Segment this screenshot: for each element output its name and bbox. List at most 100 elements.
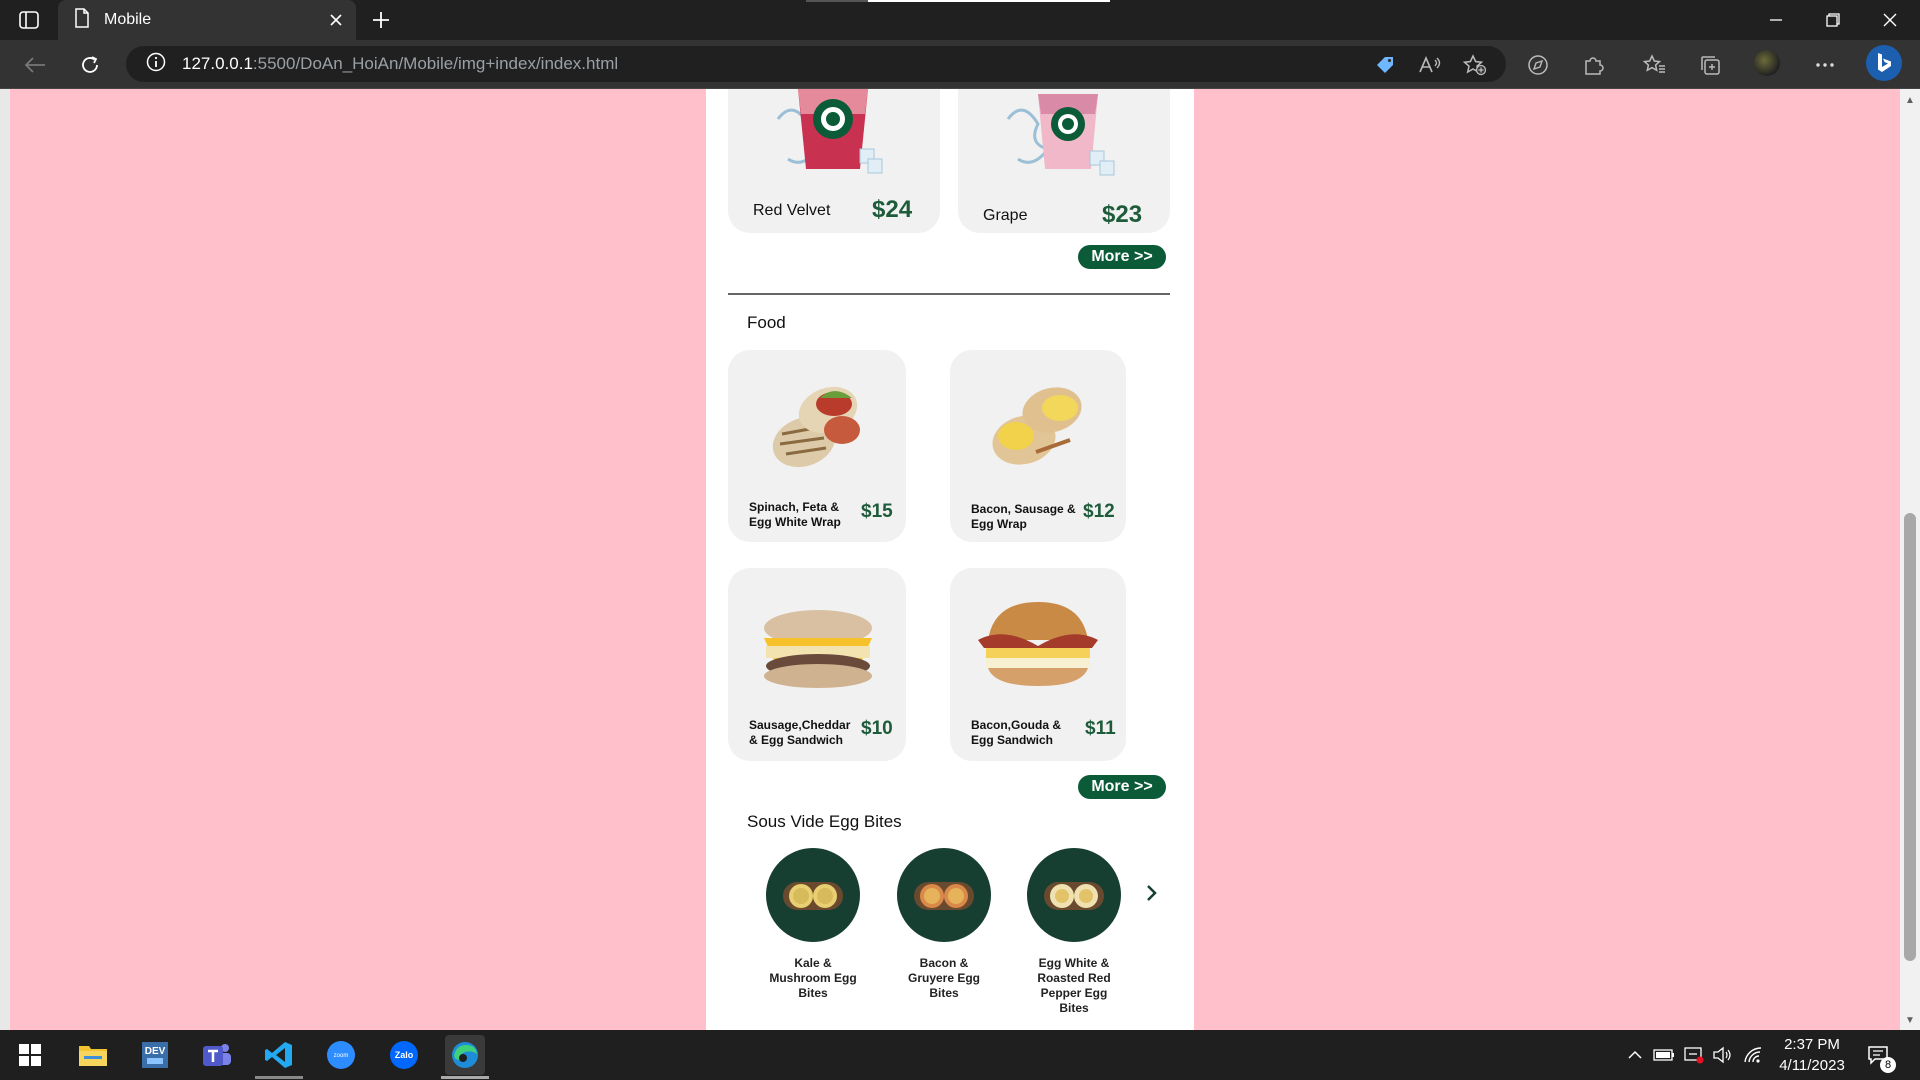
browser-tab[interactable]: Mobile (58, 0, 356, 40)
egg-bite-name-line2: Mushroom Egg (769, 971, 857, 985)
browser-essentials-icon[interactable] (1523, 50, 1553, 80)
clock-time: 2:37 PM (1784, 1036, 1840, 1053)
zalo-label: Zalo (395, 1050, 414, 1060)
page-left-edge (0, 89, 10, 1030)
food-name-line2: & Egg Sandwich (749, 733, 844, 747)
close-window-icon[interactable] (1872, 6, 1908, 34)
egg-bite-image[interactable] (766, 848, 860, 942)
food-name-line1: Bacon, Sausage & (971, 502, 1076, 516)
new-tab-icon[interactable] (368, 8, 394, 32)
egg-bite-name-line3: Bites (798, 986, 828, 1000)
food-name-line1: Bacon,Gouda & (971, 718, 1062, 732)
notification-badge: 8 (1880, 1057, 1896, 1073)
egg-bite-name-line3: Pepper Egg (1040, 986, 1108, 1000)
bing-copilot-icon[interactable] (1866, 45, 1902, 81)
egg-bites-section-title: Sous Vide Egg Bites (747, 812, 902, 831)
volume-icon[interactable] (1712, 1045, 1734, 1065)
tab-actions-icon[interactable] (14, 8, 44, 32)
site-info-icon[interactable] (146, 52, 166, 77)
scroll-up-icon[interactable]: ▲ (1904, 94, 1916, 106)
food-name-line1: Spinach, Feta & (749, 500, 840, 514)
profile-avatar[interactable] (1754, 50, 1780, 76)
wifi-icon[interactable] (1743, 1045, 1765, 1065)
chevron-up-icon[interactable] (1624, 1045, 1646, 1065)
food-price: $12 (1083, 501, 1115, 522)
egg-bite-name-line1: Kale & (794, 956, 832, 970)
tab-title: Mobile (104, 11, 152, 28)
shopping-tag-icon[interactable] (1370, 50, 1400, 80)
address-toolbar: 127.0.0.1:5500/DoAn_HoiAn/Mobile/img+ind… (0, 40, 1920, 89)
file-explorer-icon[interactable] (73, 1035, 113, 1075)
drink-card[interactable]: Grape $23 (958, 89, 1170, 233)
mobile-page: Red Velvet $24 Grape $23 More >> Food Sp… (706, 89, 1194, 1030)
drink-image-grape (998, 89, 1118, 179)
food-card[interactable]: Sausage,Cheddar & Egg Sandwich $10 (728, 568, 906, 761)
drink-image-red-velvet (768, 89, 888, 179)
chevron-right-icon[interactable] (1142, 881, 1162, 905)
edge-icon[interactable] (445, 1035, 485, 1075)
add-favorite-icon[interactable] (1460, 50, 1490, 80)
scroll-thumb[interactable] (1904, 513, 1916, 961)
url-field[interactable]: 127.0.0.1:5500/DoAn_HoiAn/Mobile/img+ind… (126, 46, 1506, 82)
food-image-wrap (764, 374, 870, 474)
devhome-label: DEV (145, 1046, 166, 1057)
vscode-icon[interactable] (259, 1035, 299, 1075)
devhome-icon[interactable]: DEV (135, 1035, 175, 1075)
food-card[interactable]: Spinach, Feta & Egg White Wrap $15 (728, 350, 906, 542)
zalo-icon[interactable]: Zalo (384, 1035, 424, 1075)
drink-name: Grape (983, 207, 1028, 224)
page-icon (74, 7, 90, 33)
food-card[interactable]: Bacon,Gouda & Egg Sandwich $11 (950, 568, 1126, 761)
food-price: $15 (861, 501, 893, 522)
clock-date: 4/11/2023 (1779, 1057, 1845, 1074)
refresh-icon[interactable] (75, 50, 105, 80)
food-image-wrap (986, 374, 1092, 474)
taskbar: DEV zoom Zalo 2:37 PM 4/11/2023 8 (0, 1030, 1920, 1080)
egg-bite-image[interactable] (1027, 848, 1121, 942)
vscode-active-indicator (255, 1076, 303, 1079)
browser-tab-bar: Mobile (0, 0, 1920, 40)
zoom-label: zoom (334, 1053, 349, 1059)
url-text: 127.0.0.1:5500/DoAn_HoiAn/Mobile/img+ind… (182, 54, 618, 74)
egg-bite-name-line2: Roasted Red (1037, 971, 1111, 985)
egg-bite-name: Egg White & Roasted Red Pepper Egg Bites (1019, 956, 1129, 1016)
egg-bite-name-line2: Gruyere Egg (907, 971, 981, 985)
egg-bite-name: Bacon & Gruyere Egg Bites (889, 956, 999, 1001)
drink-price: $23 (1102, 201, 1143, 228)
more-food-button[interactable]: More >> (1078, 775, 1166, 799)
window-drag-indicator-active (868, 0, 1110, 2)
food-name-line2: Egg Wrap (971, 517, 1027, 531)
food-price: $10 (861, 718, 893, 739)
egg-bite-name-line3: Bites (929, 986, 959, 1000)
scroll-down-icon[interactable]: ▼ (1904, 1014, 1916, 1026)
more-drinks-button[interactable]: More >> (1078, 245, 1166, 269)
close-tab-icon[interactable] (326, 10, 346, 30)
window-drag-indicator (806, 0, 868, 2)
favorites-icon[interactable] (1640, 50, 1670, 80)
collections-icon[interactable] (1695, 50, 1725, 80)
restore-icon[interactable] (1815, 6, 1851, 34)
start-icon[interactable] (10, 1035, 50, 1075)
url-host: 127.0.0.1 (182, 54, 253, 73)
network-alert-icon[interactable] (1683, 1045, 1705, 1065)
food-price: $11 (1085, 718, 1116, 739)
read-aloud-icon[interactable] (1415, 50, 1445, 80)
minimize-icon[interactable] (1758, 6, 1794, 34)
drink-card[interactable]: Red Velvet $24 (728, 89, 940, 233)
egg-bite-name-line4: Bites (1059, 1001, 1089, 1015)
teams-icon[interactable] (197, 1035, 237, 1075)
food-name-line2: Egg Sandwich (971, 733, 1054, 747)
food-image-sandwich (758, 606, 878, 692)
more-menu-icon[interactable] (1810, 50, 1840, 80)
system-clock[interactable]: 2:37 PM 4/11/2023 (1770, 1034, 1854, 1076)
extensions-icon[interactable] (1578, 50, 1608, 80)
egg-bite-image[interactable] (897, 848, 991, 942)
back-arrow-icon[interactable] (20, 50, 50, 80)
food-image-sandwich (974, 596, 1102, 692)
food-card[interactable]: Bacon, Sausage & Egg Wrap $12 (950, 350, 1126, 542)
zoom-icon[interactable]: zoom (321, 1035, 361, 1075)
egg-bite-name-line1: Egg White & (1038, 956, 1110, 970)
edge-active-indicator (441, 1076, 489, 1079)
battery-icon[interactable] (1653, 1045, 1675, 1065)
food-name-line2: Egg White Wrap (749, 515, 841, 529)
